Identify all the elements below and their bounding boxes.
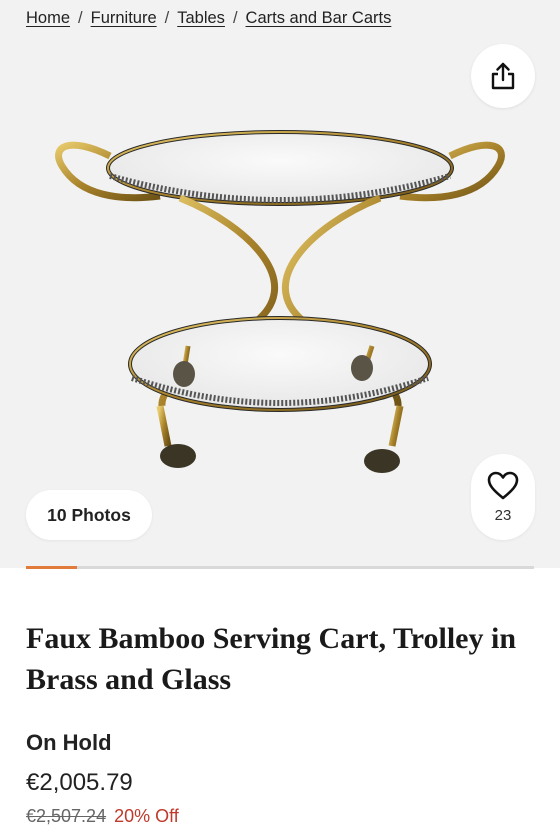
breadcrumb-home[interactable]: Home [26, 9, 70, 27]
breadcrumb-separator: / [164, 9, 170, 27]
discount-badge: 20% Off [114, 806, 179, 826]
gallery-progress [26, 566, 534, 569]
breadcrumb-separator: / [232, 9, 238, 27]
gallery-progress-fill [26, 566, 77, 569]
share-icon [491, 62, 515, 90]
original-price: €2,507.24 [26, 806, 107, 826]
breadcrumb-separator: / [78, 9, 83, 27]
product-title: Faux Bamboo Serving Cart, Trolley in Bra… [26, 622, 517, 696]
breadcrumb-tables[interactable]: Tables [177, 9, 225, 27]
breadcrumb: Home / Furniture / Tables / Carts and Bar Cart… [26, 9, 391, 28]
product-image[interactable] [50, 116, 510, 482]
favorite-button[interactable]: 23 [471, 454, 535, 540]
price-discount-row: €2,507.24 20% Off [26, 806, 179, 827]
share-button[interactable] [471, 44, 535, 108]
current-price: €2,005.79 [26, 769, 133, 796]
photos-count-button[interactable]: 10 Photos [26, 490, 152, 540]
availability-status: On Hold [26, 730, 112, 755]
breadcrumb-furniture[interactable]: Furniture [91, 9, 157, 27]
breadcrumb-carts-and-bar-carts[interactable]: Carts and Bar Carts [246, 9, 392, 27]
product-gallery[interactable]: Home / Furniture / Tables / Carts and Bar Cart… [0, 0, 560, 568]
heart-icon [487, 471, 519, 499]
favorite-count: 23 [494, 506, 512, 524]
